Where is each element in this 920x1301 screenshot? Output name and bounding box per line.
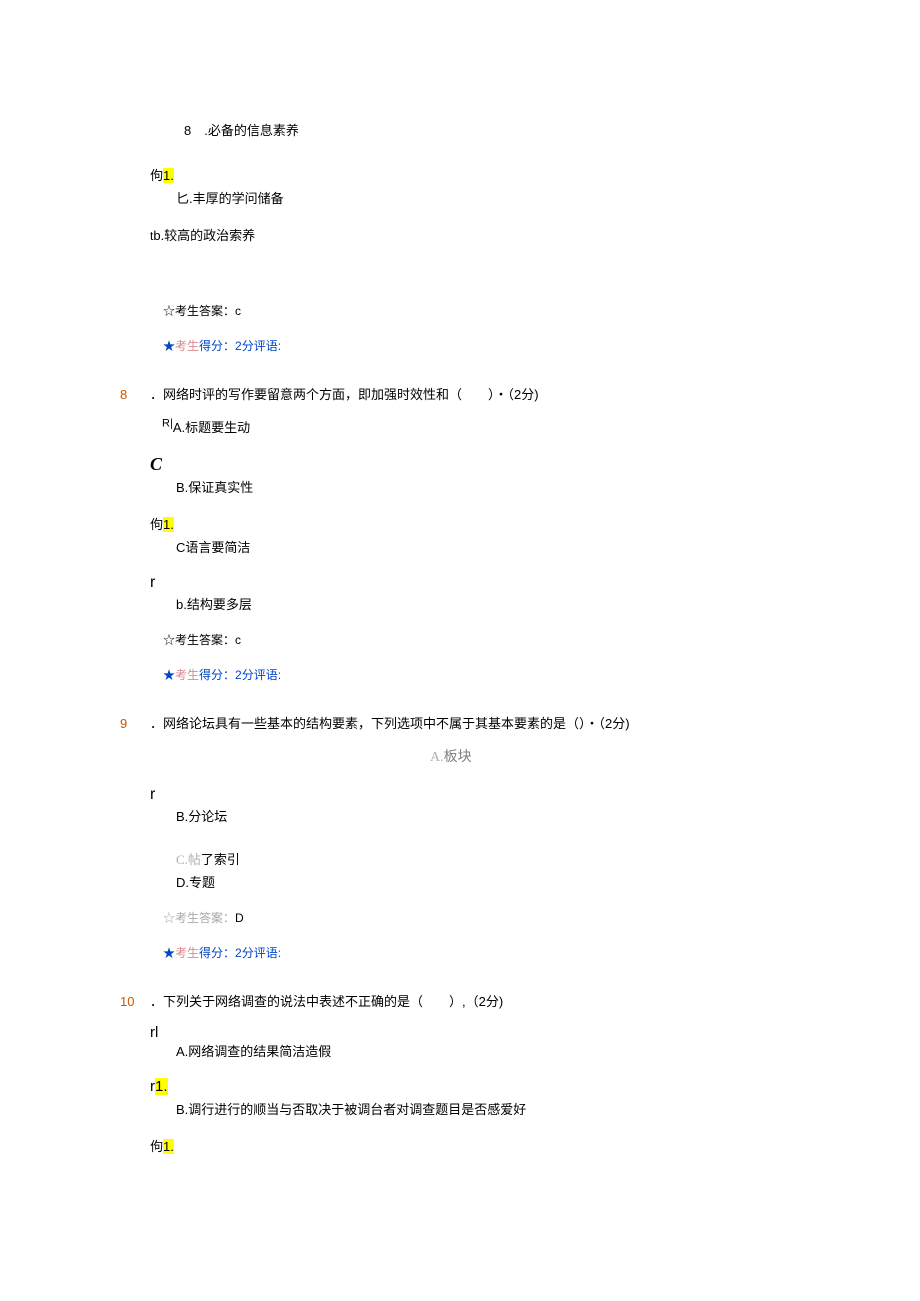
question-9: 9 ．网络论坛具有一些基本的结构要素，下列选项中不属于其基本要素的是（）・（2分…: [150, 713, 920, 732]
q10-marker-gou-group: 佝1.: [150, 1136, 920, 1155]
q9-answer-prefix: ☆考生答案：: [163, 911, 235, 925]
q8-score-blue-1: 得分：2分: [199, 668, 254, 682]
q8-a-prefix: R|: [162, 418, 173, 430]
answer-line: ☆考生答案：c: [163, 302, 920, 319]
q10-a-text: A.网络调查的结果简洁造假: [176, 1041, 920, 1060]
option-tb-block: tb.较高的政治索养: [150, 225, 920, 244]
q8-option-a: R|A.标题要生动: [162, 417, 920, 436]
q8-c-text: C语言要简洁: [176, 537, 920, 556]
marker-gou: 佝: [150, 168, 163, 183]
q10-option-b-group: r1. B.调行进行的顺当与否取决于被调台者对调查题目是否感爱好: [150, 1078, 920, 1118]
q8-score-line: ★考生得分：2分评语:: [163, 666, 920, 683]
answer-value: c: [235, 304, 241, 318]
q8-a-text: A.标题要生动: [173, 420, 250, 435]
q10-marker-gou-hl: 1.: [163, 1139, 174, 1154]
q8-answer-prefix: ☆考生答案：: [163, 633, 235, 647]
q10-marker-r1-hl: 1.: [155, 1078, 168, 1095]
score-line: ★考生得分：2分评语:: [163, 337, 920, 354]
option-b8-text: 8 .必备的信息素养: [184, 120, 920, 139]
answer-prefix: ☆考生答案：: [163, 304, 235, 318]
q8-text: ．网络时评的写作要留意两个方面，即加强时效性和（ ）・（2分): [150, 384, 539, 403]
q8-b-text: B.保证真实性: [176, 477, 920, 496]
q8-marker-gou: 佝: [150, 517, 163, 532]
option-tb-text: b.较高的政治索养: [153, 228, 255, 243]
q8-marker-gou-hl: 1.: [163, 517, 174, 532]
q9-c-rest: 了索引: [201, 852, 240, 867]
q9-score-blue-2: 评语:: [254, 946, 281, 960]
q9-score-star: ★: [163, 946, 175, 960]
q9-c-faded: C.帖: [176, 852, 201, 867]
q8-option-c-group: 佝1. C语言要简洁: [150, 514, 920, 556]
q9-a-faded: A.: [430, 750, 444, 765]
q8-marker-c: C: [150, 454, 920, 475]
q8-answer-value: c: [235, 633, 241, 647]
score-blue-1: 得分：2分: [199, 339, 254, 353]
q9-option-a: A.板块: [430, 746, 920, 766]
q9-a-text: 板块: [444, 750, 472, 765]
q8-marker-r: r: [150, 574, 920, 592]
q8-number: 8: [120, 387, 150, 402]
q9-text: ．网络论坛具有一些基本的结构要素，下列选项中不属于其基本要素的是（）・（2分): [150, 713, 630, 732]
q10-text: ．下列关于网络调查的说法中表述不正确的是（ ）,（2分): [150, 991, 503, 1010]
marker-highlight: 1.: [163, 168, 174, 183]
q8-score-blue-2: 评语:: [254, 668, 281, 682]
option-group-gou: 佝1. 匕.丰厚的学问储备: [150, 165, 920, 207]
q9-answer-value: D: [235, 911, 244, 925]
q9-score-blue-1: 得分：2分: [199, 946, 254, 960]
q8-option-d-group: r b.结构要多层: [150, 574, 920, 613]
question-8: 8 ．网络时评的写作要留意两个方面，即加强时效性和（ ）・（2分): [150, 384, 920, 403]
q9-answer-line: ☆考生答案：D: [163, 909, 920, 926]
score-blue-2: 评语:: [254, 339, 281, 353]
q8-score-star: ★: [163, 668, 175, 682]
q10-marker-gou: 佝: [150, 1139, 163, 1154]
q8-d-text: b.结构要多层: [176, 594, 920, 613]
q9-option-cd-group: C.帖了索引 D.专题: [176, 849, 920, 891]
q8-answer-line: ☆考生答案：c: [163, 631, 920, 648]
score-pink: 考生: [175, 339, 199, 353]
q9-marker-r: r: [150, 786, 920, 804]
q10-marker-rl: rl: [150, 1024, 920, 1041]
q10-b-text: B.调行进行的顺当与否取决于被调台者对调查题目是否感爱好: [176, 1099, 920, 1118]
q8-score-pink: 考生: [175, 668, 199, 682]
q9-d-text: D.专题: [176, 872, 920, 891]
q10-option-a-group: rl A.网络调查的结果简洁造假: [150, 1024, 920, 1060]
q8-option-b-group: C B.保证真实性: [150, 454, 920, 496]
q9-score-pink: 考生: [175, 946, 199, 960]
q9-number: 9: [120, 716, 150, 731]
option-bi-text: 匕.丰厚的学问储备: [176, 188, 920, 207]
question-10: 10 ．下列关于网络调查的说法中表述不正确的是（ ）,（2分): [150, 991, 920, 1010]
score-star: ★: [163, 339, 175, 353]
q9-score-line: ★考生得分：2分评语:: [163, 944, 920, 961]
q9-option-b-group: r B.分论坛: [150, 786, 920, 825]
q10-number: 10: [120, 994, 150, 1009]
q9-b-text: B.分论坛: [176, 806, 920, 825]
